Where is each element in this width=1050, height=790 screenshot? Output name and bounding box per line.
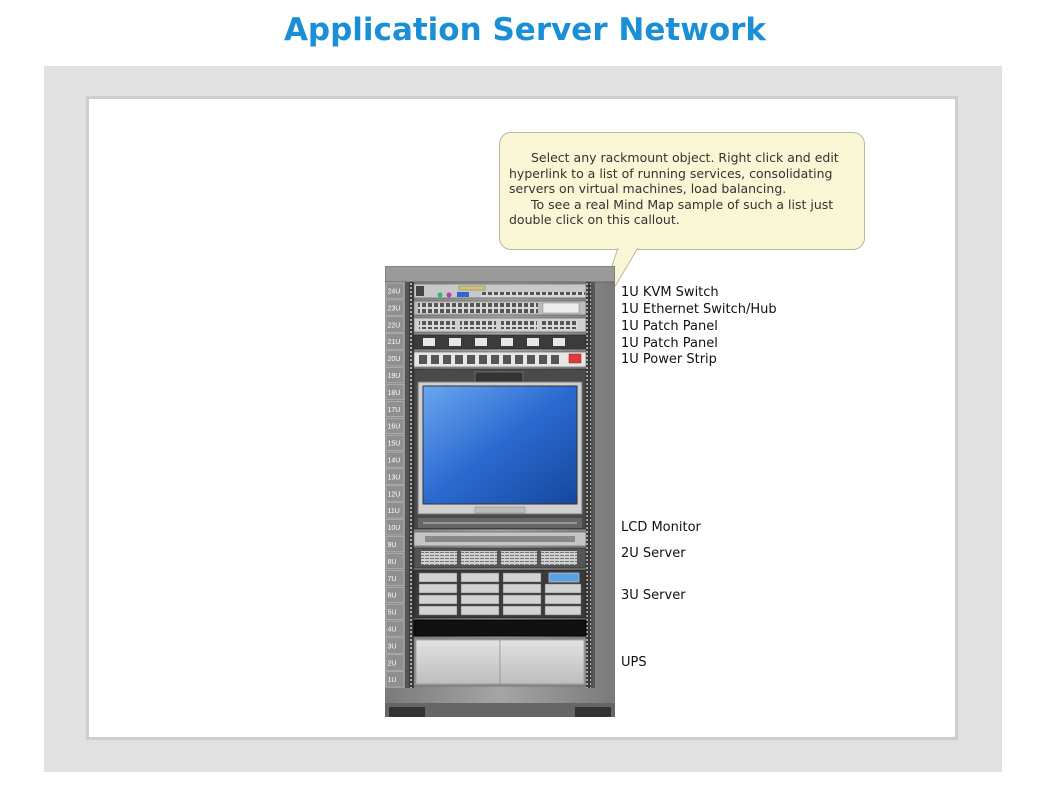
label-ups: UPS — [621, 655, 647, 670]
callout-line-5: double click on this callout. — [509, 212, 680, 227]
rack-unit-label: 16U — [388, 424, 401, 431]
server-2u[interactable] — [413, 547, 587, 569]
rack-unit-label: 10U — [388, 525, 401, 532]
rack-unit-label: 19U — [388, 373, 401, 380]
rack-unit-label: 3U — [388, 643, 397, 650]
callout-line-2: hyperlink to a list of running services,… — [509, 165, 833, 181]
rack-unit-label: 11U — [388, 508, 400, 515]
kvm-switch[interactable] — [413, 283, 587, 299]
label-lcd-monitor: LCD Monitor — [621, 520, 701, 535]
lcd-monitor[interactable] — [413, 368, 587, 530]
rack-unit-label: 8U — [388, 559, 397, 566]
patch-panel-2[interactable] — [413, 334, 587, 350]
server-rack[interactable]: 24U 23U 22U 21U 20U 19U 18U 17U 16U 15U 14U 13U 12U 1… — [385, 266, 615, 717]
callout-line-1: Select any rackmount object. Right click… — [531, 150, 839, 165]
rack-unit-label: 24U — [388, 288, 401, 295]
label-kvm-switch: 1U KVM Switch — [621, 285, 719, 300]
rack-unit-label: 4U — [388, 626, 397, 633]
label-2u-server: 2U Server — [621, 546, 686, 561]
diagram-title: Application Server Network — [283, 12, 767, 48]
label-patch-panel-1: 1U Patch Panel — [621, 319, 718, 334]
ethernet-switch[interactable] — [413, 300, 587, 316]
label-patch-panel-2: 1U Patch Panel — [621, 336, 718, 351]
rack-unit-label: 6U — [388, 593, 397, 600]
rack-unit-label: 15U — [388, 441, 401, 448]
label-ethernet-switch: 1U Ethernet Switch/Hub — [621, 302, 777, 317]
rack-unit-label: 17U — [388, 407, 401, 414]
rack-unit-label: 1U — [388, 677, 397, 684]
rack-unit-label: 7U — [388, 576, 397, 583]
patch-panel-1[interactable] — [413, 317, 587, 333]
rack-unit-label: 20U — [388, 356, 401, 363]
ups-unit[interactable] — [413, 637, 587, 687]
rack-unit-label: 12U — [388, 491, 401, 498]
rack-unit-label: 21U — [388, 339, 401, 346]
callout-line-3: servers on virtual machines, load balanc… — [509, 181, 787, 196]
instruction-callout[interactable]: Select any rackmount object. Right click… — [499, 132, 865, 250]
rack-unit-label: 9U — [388, 542, 397, 549]
rack-unit-label: 22U — [388, 322, 401, 329]
label-3u-server: 3U Server — [621, 588, 686, 603]
rack-unit-label: 5U — [388, 610, 397, 617]
server-3u[interactable] — [413, 569, 587, 619]
rack-unit-label: 18U — [388, 390, 401, 397]
rack-unit-label: 13U — [388, 474, 401, 481]
power-strip[interactable] — [413, 351, 587, 368]
callout-line-4: To see a real Mind Map sample of such a … — [531, 196, 834, 212]
rack-unit-label: 23U — [388, 305, 401, 312]
rack-unit-label: 2U — [388, 660, 397, 667]
label-power-strip: 1U Power Strip — [621, 352, 717, 367]
rack-unit-label: 14U — [388, 457, 401, 464]
